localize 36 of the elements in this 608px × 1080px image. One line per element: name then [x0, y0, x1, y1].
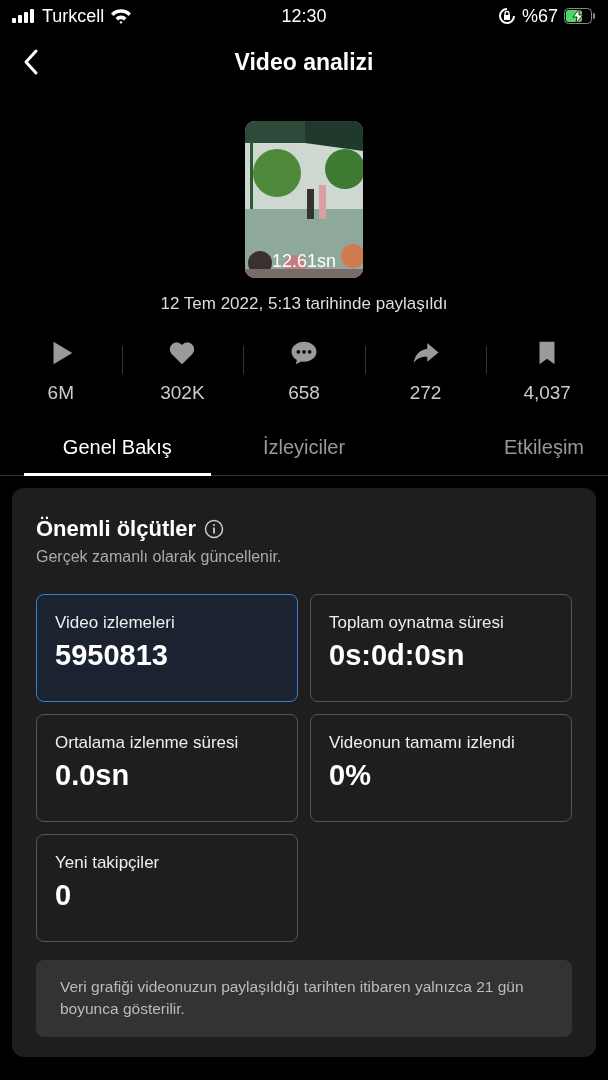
info-note: Veri grafiği videonuzun paylaşıldığı tarihten itibaren yalnızca 21 gün boyunca gösterilir.: [36, 960, 572, 1037]
rotation-lock-icon: [497, 7, 516, 25]
wifi-icon: [110, 8, 133, 24]
metric-label: Yeni takipçiler: [55, 853, 161, 873]
info-icon[interactable]: [204, 519, 225, 539]
posted-date: 12 Tem 2022, 5:13 tarihinde paylaşıldı: [160, 294, 448, 314]
metric-label: Ortalama izlenme süresi: [55, 733, 240, 753]
metric-value: 0.0sn: [55, 759, 131, 792]
metric-card[interactable]: Yeni takipçiler 0: [36, 834, 298, 942]
metric-card[interactable]: Videonun tamamı izlendi 0%: [310, 714, 572, 822]
metric-value: 5950813: [55, 639, 169, 672]
battery-percent: %67: [521, 5, 558, 27]
tab[interactable]: Genel Bakış: [24, 426, 211, 476]
tab[interactable]: İzleyiciler: [210, 426, 398, 476]
stat-count: 4,037: [523, 382, 571, 404]
metric-label: Videonun tamamı izlendi: [329, 733, 516, 753]
stat-count: 6M: [47, 382, 74, 404]
tab[interactable]: Etkileşim: [397, 426, 584, 476]
video-duration: 12.61sn: [271, 251, 337, 272]
metric-card[interactable]: Ortalama izlenme süresi 0.0sn: [36, 714, 298, 822]
carrier-name: Turkcell: [42, 5, 105, 27]
metric-card[interactable]: Toplam oynatma süresi 0s:0d:0sn: [310, 594, 572, 702]
metric-label: Toplam oynatma süresi: [329, 613, 505, 633]
stat-count: 658: [288, 382, 320, 404]
signal-icon: [12, 9, 36, 23]
panel-title: Önemli ölçütler: [36, 516, 197, 542]
panel-subtitle: Gerçek zamanlı olarak güncellenir.: [36, 548, 283, 566]
stat-count: 302K: [160, 382, 205, 404]
metric-value: 0: [55, 879, 73, 912]
metric-value: 0%: [329, 759, 372, 792]
page-title: Video analizi: [234, 48, 374, 76]
metric-value: 0s:0d:0sn: [329, 639, 466, 672]
stat-count: 272: [409, 382, 442, 404]
metric-label: Video izlemeleri: [55, 613, 176, 633]
clock-time: 12:30: [281, 5, 327, 27]
metric-card[interactable]: Video izlemeleri 5950813: [36, 594, 298, 702]
